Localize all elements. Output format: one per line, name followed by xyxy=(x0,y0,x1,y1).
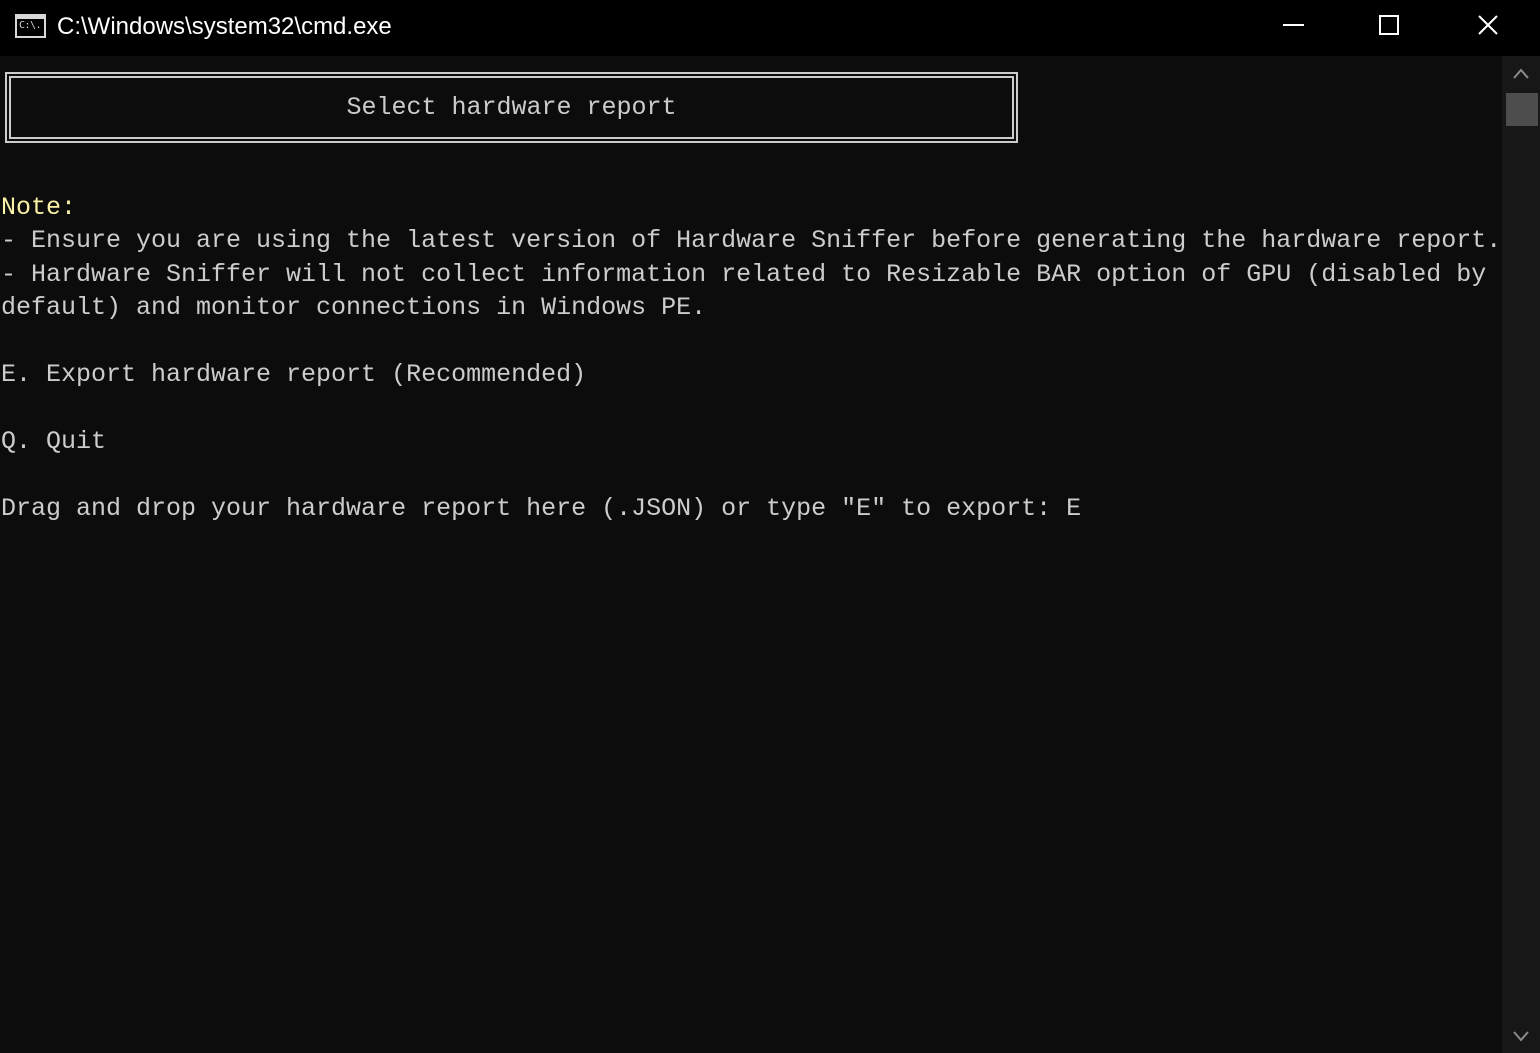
close-icon xyxy=(1478,15,1498,35)
note-label: Note: xyxy=(1,193,77,222)
chevron-up-icon xyxy=(1513,68,1529,79)
cmd-window: C:\. C:\Windows\system32\cmd.exe Select … xyxy=(0,0,1540,1053)
vertical-scrollbar[interactable] xyxy=(1502,56,1540,1053)
chevron-down-icon xyxy=(1513,1031,1529,1042)
console-output[interactable]: Select hardware report Note: - Ensure yo… xyxy=(0,56,1502,1053)
window-title: C:\Windows\system32\cmd.exe xyxy=(57,13,392,40)
input-prompt[interactable]: Drag and drop your hardware report here … xyxy=(1,493,1081,525)
scroll-up-button[interactable] xyxy=(1502,56,1540,90)
maximize-button[interactable] xyxy=(1341,0,1437,52)
minimize-icon xyxy=(1283,24,1304,26)
maximize-icon xyxy=(1379,15,1399,35)
note-line-1: - Ensure you are using the latest versio… xyxy=(1,226,1502,255)
scroll-thumb[interactable] xyxy=(1506,93,1538,126)
scroll-down-button[interactable] xyxy=(1502,1019,1540,1053)
header-box: Select hardware report xyxy=(5,72,1018,143)
close-button[interactable] xyxy=(1440,0,1536,52)
cmd-icon[interactable]: C:\. xyxy=(15,14,46,38)
header-title: Select hardware report xyxy=(346,93,677,122)
note-line-2: - Hardware Sniffer will not collect info… xyxy=(1,260,1487,289)
note-line-3: default) and monitor connections in Wind… xyxy=(1,293,707,322)
minimize-button[interactable] xyxy=(1245,0,1341,52)
quit-option: Q. Quit xyxy=(1,427,107,456)
export-option: E. Export hardware report (Recommended) xyxy=(1,360,587,389)
cmd-icon-label: C:\. xyxy=(19,20,42,31)
title-bar[interactable]: C:\. C:\Windows\system32\cmd.exe xyxy=(0,0,1540,56)
